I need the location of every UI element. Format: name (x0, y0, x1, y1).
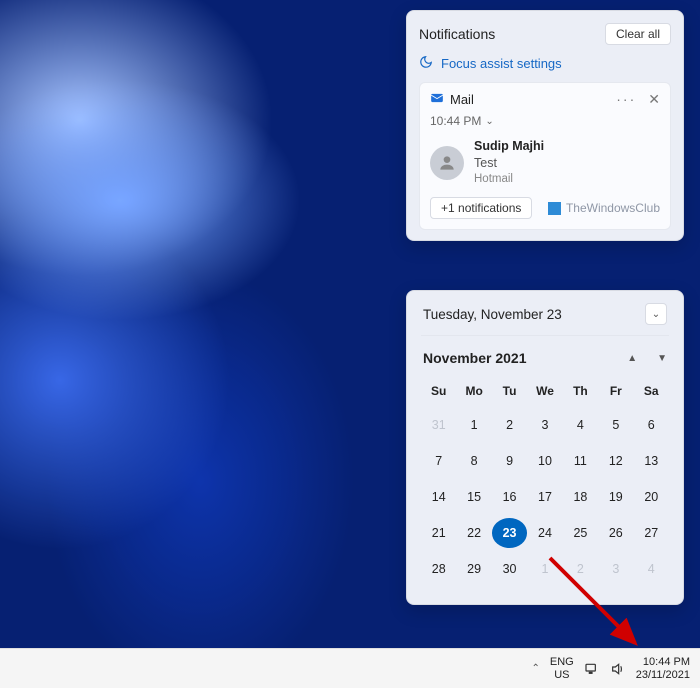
notifications-title: Notifications (419, 26, 495, 42)
calendar-day[interactable]: 23 (492, 518, 527, 548)
focus-assist-link[interactable]: Focus assist settings (419, 55, 671, 72)
calendar-day[interactable]: 1 (456, 410, 491, 440)
calendar-weekday: Mo (456, 384, 491, 404)
calendar-month-label[interactable]: November 2021 (423, 350, 527, 366)
clock-time: 10:44 PM (636, 656, 690, 668)
network-icon[interactable] (584, 661, 600, 677)
calendar-day[interactable]: 9 (492, 446, 527, 476)
calendar-day[interactable]: 29 (456, 554, 491, 584)
calendar-weekday: Tu (492, 384, 527, 404)
calendar-day[interactable]: 16 (492, 482, 527, 512)
calendar-day[interactable]: 28 (421, 554, 456, 584)
clock-date: 23/11/2021 (636, 669, 690, 681)
calendar-day[interactable]: 12 (598, 446, 633, 476)
calendar-day[interactable]: 10 (527, 446, 562, 476)
calendar-day[interactable]: 22 (456, 518, 491, 548)
calendar-day[interactable]: 20 (634, 482, 669, 512)
calendar-day[interactable]: 4 (563, 410, 598, 440)
calendar-weekday: We (527, 384, 562, 404)
notification-time: 10:44 PM (430, 114, 481, 128)
taskbar-clock[interactable]: 10:44 PM 23/11/2021 (636, 656, 690, 680)
calendar-day[interactable]: 15 (456, 482, 491, 512)
calendar-weekday: Su (421, 384, 456, 404)
calendar-day[interactable]: 24 (527, 518, 562, 548)
calendar-day[interactable]: 11 (563, 446, 598, 476)
watermark-text: TheWindowsClub (566, 201, 660, 215)
notification-close-icon[interactable]: ✕ (648, 91, 660, 108)
calendar-prev-month-icon[interactable]: ▲ (627, 353, 637, 364)
calendar-day[interactable]: 1 (527, 554, 562, 584)
calendar-day[interactable]: 2 (563, 554, 598, 584)
calendar-day[interactable]: 27 (634, 518, 669, 548)
language-indicator[interactable]: ENG US (550, 656, 574, 680)
notification-card[interactable]: Mail ··· ✕ 10:44 PM ⌄ Sudip Majhi Test H… (419, 82, 671, 230)
calendar-day[interactable]: 18 (563, 482, 598, 512)
calendar-day[interactable]: 30 (492, 554, 527, 584)
calendar-day[interactable]: 19 (598, 482, 633, 512)
calendar-day[interactable]: 3 (598, 554, 633, 584)
notifications-panel: Notifications Clear all Focus assist set… (406, 10, 684, 241)
calendar-header-date[interactable]: Tuesday, November 23 (423, 307, 562, 322)
focus-assist-label: Focus assist settings (441, 56, 562, 71)
calendar-day[interactable]: 7 (421, 446, 456, 476)
calendar-weekday: Th (563, 384, 598, 404)
calendar-day[interactable]: 31 (421, 410, 456, 440)
calendar-day[interactable]: 14 (421, 482, 456, 512)
calendar-day[interactable]: 6 (634, 410, 669, 440)
more-notifications-button[interactable]: +1 notifications (430, 197, 532, 219)
moon-icon (419, 55, 433, 72)
clear-all-button[interactable]: Clear all (605, 23, 671, 45)
calendar-day[interactable]: 2 (492, 410, 527, 440)
calendar-weekday: Fr (598, 384, 633, 404)
calendar-weekday: Sa (634, 384, 669, 404)
calendar-collapse-button[interactable]: ⌄ (645, 303, 667, 325)
tray-icons[interactable] (584, 661, 626, 677)
notification-sender: Sudip Majhi (474, 138, 544, 155)
calendar-day[interactable]: 13 (634, 446, 669, 476)
calendar-day[interactable]: 4 (634, 554, 669, 584)
tray-overflow-icon[interactable]: ⌃ (532, 663, 540, 674)
calendar-day[interactable]: 5 (598, 410, 633, 440)
chevron-down-icon[interactable]: ⌄ (485, 116, 493, 127)
mail-icon (430, 91, 444, 108)
volume-icon[interactable] (610, 661, 626, 677)
calendar-grid: SuMoTuWeThFrSa 3112345678910111213141516… (421, 378, 669, 590)
language-bottom: US (550, 669, 574, 681)
notification-subject: Test (474, 155, 544, 172)
calendar-day[interactable]: 8 (456, 446, 491, 476)
watermark: TheWindowsClub (548, 201, 660, 215)
language-top: ENG (550, 656, 574, 668)
calendar-day[interactable]: 3 (527, 410, 562, 440)
calendar-next-month-icon[interactable]: ▼ (657, 353, 667, 364)
calendar-day[interactable]: 17 (527, 482, 562, 512)
calendar-day[interactable]: 25 (563, 518, 598, 548)
calendar-day[interactable]: 26 (598, 518, 633, 548)
avatar (430, 146, 464, 180)
calendar-panel: Tuesday, November 23 ⌄ November 2021 ▲ ▼… (406, 290, 684, 605)
notification-account: Hotmail (474, 172, 544, 188)
notification-app-name: Mail (450, 92, 474, 107)
calendar-day[interactable]: 21 (421, 518, 456, 548)
taskbar: ⌃ ENG US 10:44 PM 23/11/2021 (0, 648, 700, 688)
watermark-icon (548, 202, 561, 215)
notification-more-icon[interactable]: ··· (616, 91, 636, 108)
